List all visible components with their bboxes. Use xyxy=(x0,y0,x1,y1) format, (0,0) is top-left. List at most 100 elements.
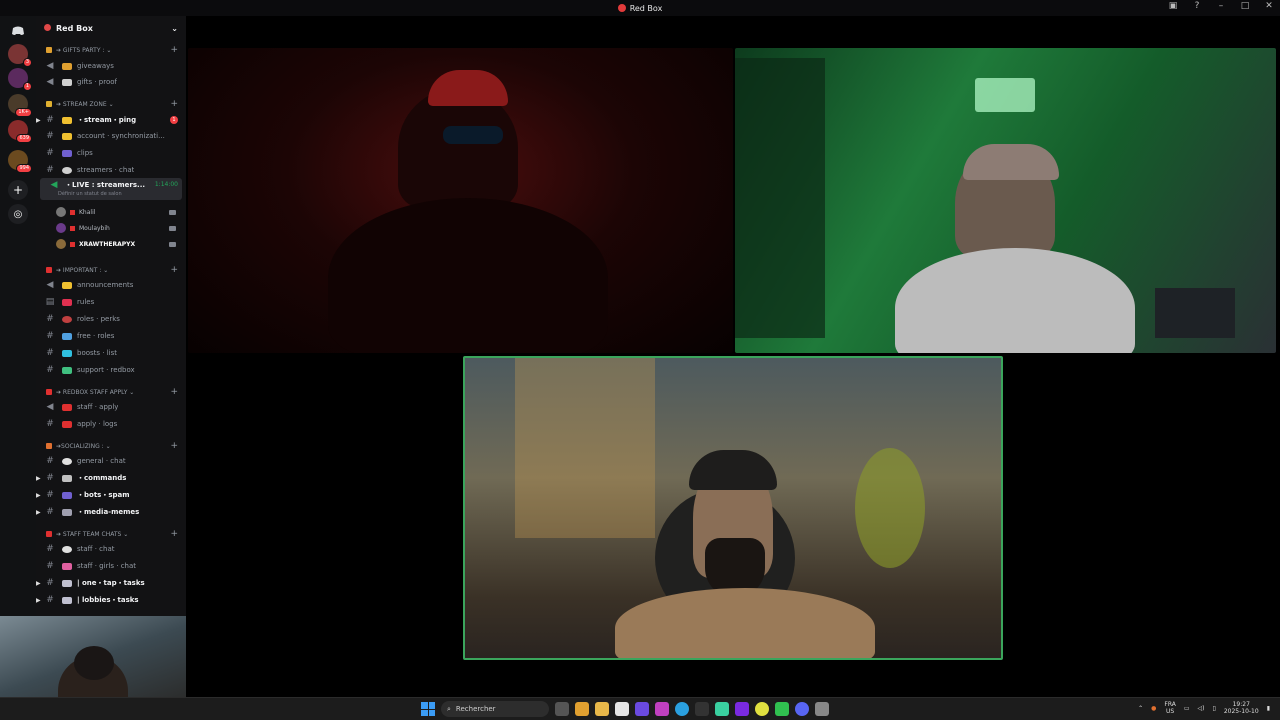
channel-streamers-chat[interactable]: # streamers · chat xyxy=(36,162,186,178)
server-icon[interactable]: 1K+ xyxy=(8,94,32,117)
add-channel-icon[interactable]: + xyxy=(170,45,178,55)
channel-one-tap-tasks[interactable]: ▶ # | one・tap・tasks xyxy=(36,575,186,591)
add-channel-icon[interactable]: + xyxy=(170,441,178,451)
channel-account-sync[interactable]: # account · synchronizati... xyxy=(36,128,186,144)
voice-duration: 1:14:00 xyxy=(154,181,178,188)
clock[interactable]: 19:27 2025-10-10 xyxy=(1224,701,1259,715)
voice-user[interactable]: Khalil xyxy=(56,205,182,219)
chrome-icon[interactable] xyxy=(755,702,769,716)
channel-status[interactable]: Définir un statut de salon xyxy=(58,191,122,197)
server-rail: 3 1 1K+ 639 994 + ◎ xyxy=(0,16,36,616)
app-icon[interactable] xyxy=(735,702,749,716)
video-tile-khalil[interactable] xyxy=(188,48,733,353)
battery-icon[interactable]: ▯ xyxy=(1213,705,1216,712)
channel-staff-apply[interactable]: ◀ staff · apply xyxy=(36,399,186,415)
channel-gifts-proof[interactable]: ◀ gifts · proof xyxy=(36,74,186,90)
channel-support-redbox[interactable]: # support · redbox xyxy=(36,362,186,378)
category-gifts[interactable]: ➔ GIFTS PARTY : ⌄ + xyxy=(36,44,186,56)
network-icon[interactable]: ▭ xyxy=(1184,705,1190,712)
app-icon[interactable] xyxy=(775,702,789,716)
taskbar-search[interactable]: ⌕ Rechercher xyxy=(441,701,549,717)
video-tile-xrawtherapyx[interactable] xyxy=(463,356,1003,660)
app-icon[interactable] xyxy=(635,702,649,716)
redbox-icon xyxy=(46,531,52,537)
window-controls: ▣ ? – □ ✕ xyxy=(1166,1,1276,11)
channel-label: staff · girls · chat xyxy=(77,562,137,570)
body-silhouette xyxy=(615,588,875,658)
add-server-icon[interactable]: + xyxy=(8,180,28,200)
category-stream[interactable]: ➔ STREAM ZONE ⌄ + xyxy=(36,98,186,110)
input-language[interactable]: FRA US xyxy=(1164,701,1175,715)
file-explorer-icon[interactable] xyxy=(595,702,609,716)
server-icon[interactable]: 639 xyxy=(8,120,32,143)
category-staff-team[interactable]: ➔ STAFF TEAM CHATS ⌄ + xyxy=(36,528,186,540)
discord-taskbar-icon[interactable] xyxy=(795,702,809,716)
channel-stream-ping[interactable]: ▶ # ・stream・ping 1 xyxy=(36,112,186,128)
channel-staff-girls-chat[interactable]: # staff · girls · chat xyxy=(36,558,186,574)
video-tile-moulaybih[interactable] xyxy=(735,48,1276,353)
category-staff-apply[interactable]: ➔ REDBOX STAFF APPLY ⌄ + xyxy=(36,386,186,398)
app-icon[interactable] xyxy=(715,702,729,716)
copilot-icon[interactable] xyxy=(575,702,589,716)
server-icon[interactable]: 1 xyxy=(8,68,32,91)
volume-icon[interactable]: ◁) xyxy=(1198,705,1205,712)
minimize-button[interactable]: – xyxy=(1214,1,1228,11)
speaker-icon: ◀ xyxy=(50,180,58,190)
chevron-down-icon[interactable]: ⌄ xyxy=(171,24,178,33)
help-icon[interactable]: ? xyxy=(1190,1,1204,11)
cap-silhouette xyxy=(963,144,1059,180)
inbox-icon[interactable]: ▣ xyxy=(1166,1,1180,11)
channel-label: ・commands xyxy=(77,474,127,482)
server-icon[interactable]: 3 xyxy=(8,44,32,67)
camera-emoji-icon xyxy=(62,508,72,516)
channel-roles-perks[interactable]: # roles · perks xyxy=(36,311,186,327)
channel-announcements[interactable]: ◀ announcements xyxy=(36,277,186,293)
app-icon[interactable] xyxy=(655,702,669,716)
channel-commands[interactable]: ▶ # ・commands xyxy=(36,470,186,486)
app-icon[interactable] xyxy=(695,702,709,716)
channel-boosts-list[interactable]: # boosts · list xyxy=(36,345,186,361)
role-icon xyxy=(70,225,75,231)
category-important[interactable]: ➔ IMPORTANT : ⌄ + xyxy=(36,264,186,276)
tray-app-icon[interactable]: ● xyxy=(1151,705,1156,712)
window-title: Red Box xyxy=(617,4,662,13)
discord-icon[interactable] xyxy=(8,21,28,41)
maximize-button[interactable]: □ xyxy=(1238,1,1252,11)
chevron-up-icon[interactable]: ⌃ xyxy=(1138,705,1143,712)
category-socializing[interactable]: ➔SOCIALIZING : ⌄ + xyxy=(36,440,186,452)
channel-apply-logs[interactable]: # apply · logs xyxy=(36,416,186,432)
channel-lobbies-tasks[interactable]: ▶ # | lobbies・tasks xyxy=(36,592,186,608)
channel-clips[interactable]: # clips xyxy=(36,145,186,161)
channel-bots-spam[interactable]: ▶ # ・bots・spam xyxy=(36,487,186,503)
add-channel-icon[interactable]: + xyxy=(170,99,178,109)
notification-icon[interactable]: ▮ xyxy=(1267,705,1270,712)
channel-label: ・bots・spam xyxy=(77,491,130,499)
channel-label: | one・tap・tasks xyxy=(77,579,145,587)
task-view-icon[interactable] xyxy=(555,702,569,716)
voice-user[interactable]: XRAWTHERAPYX xyxy=(56,237,182,251)
role-icon xyxy=(70,209,75,215)
channel-rules[interactable]: ▤ rules xyxy=(36,294,186,310)
camera-icon xyxy=(169,241,176,247)
robot-emoji-icon xyxy=(62,474,72,482)
edge-icon[interactable] xyxy=(675,702,689,716)
server-icon[interactable]: 994 xyxy=(8,150,32,173)
server-header[interactable]: Red Box ⌄ xyxy=(36,16,186,40)
windows-start-icon[interactable] xyxy=(421,702,435,716)
settings-icon[interactable] xyxy=(815,702,829,716)
notepad-icon[interactable] xyxy=(615,702,629,716)
add-channel-icon[interactable]: + xyxy=(170,387,178,397)
add-channel-icon[interactable]: + xyxy=(170,529,178,539)
close-button[interactable]: ✕ xyxy=(1262,1,1276,11)
channel-free-roles[interactable]: # free · roles xyxy=(36,328,186,344)
voice-user[interactable]: Moulaybih xyxy=(56,221,182,235)
voice-channel-live[interactable]: ◀ ・LIVE : streamers... 1:14:00 Définir u… xyxy=(40,178,182,200)
discover-icon[interactable]: ◎ xyxy=(8,204,28,224)
add-channel-icon[interactable]: + xyxy=(170,265,178,275)
channel-staff-chat[interactable]: # staff · chat xyxy=(36,541,186,557)
plant-silhouette xyxy=(855,448,925,568)
channel-general-chat[interactable]: # general · chat xyxy=(36,453,186,469)
channel-giveaways[interactable]: ◀ giveaways xyxy=(36,58,186,74)
channel-media-memes[interactable]: ▶ # ・media-memes xyxy=(36,504,186,520)
body-silhouette xyxy=(895,248,1135,353)
